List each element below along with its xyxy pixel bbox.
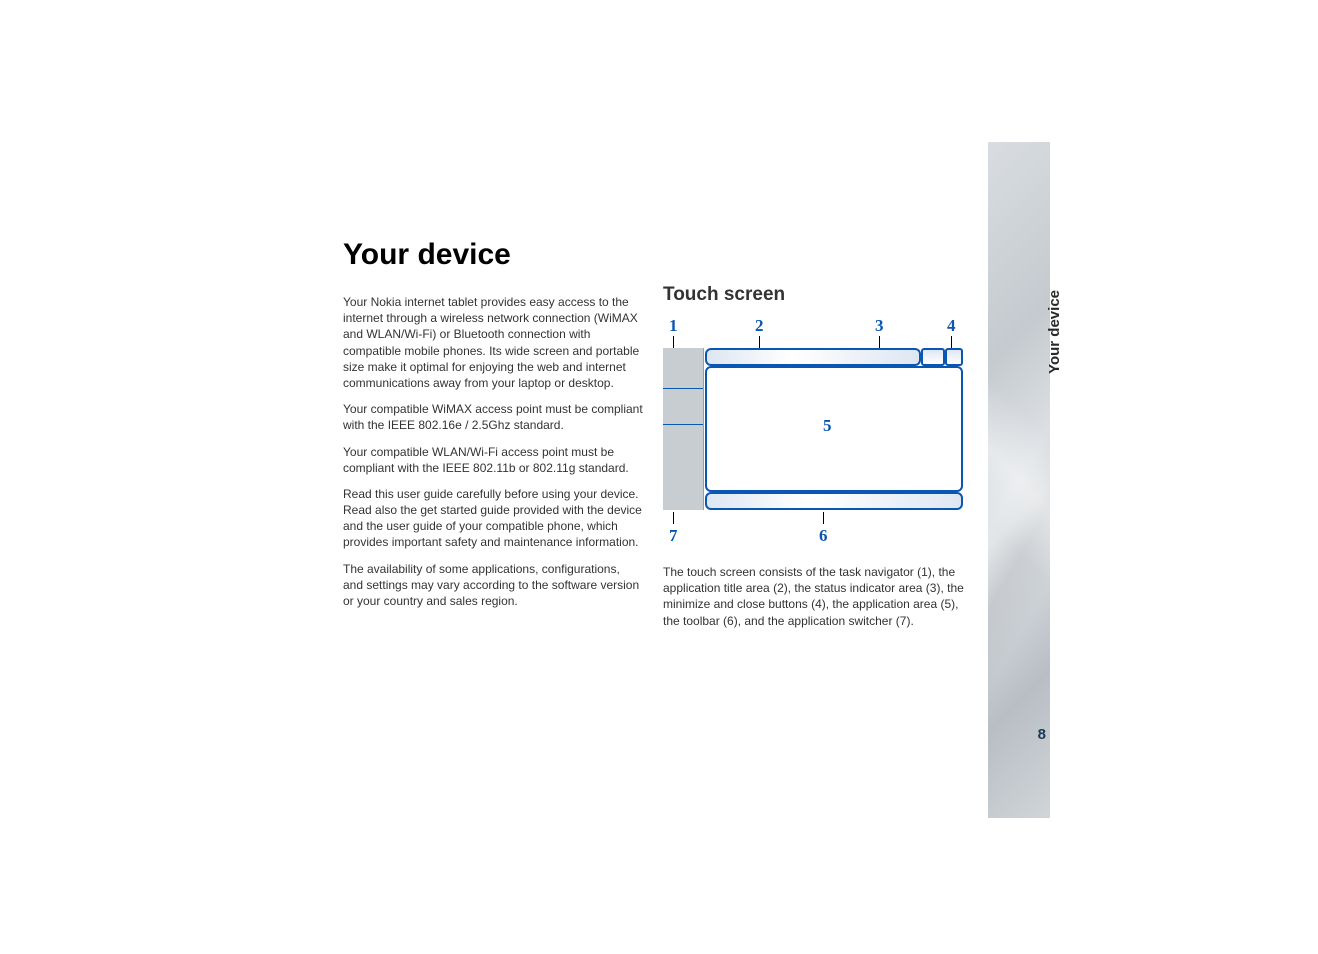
side-tab-decoration xyxy=(988,142,1050,818)
page-title: Your device xyxy=(343,238,643,272)
diagram-task-navigator xyxy=(663,348,704,510)
callout-number: 6 xyxy=(819,526,828,546)
body-paragraph: Your compatible WLAN/Wi-Fi access point … xyxy=(343,444,643,476)
callout-number: 5 xyxy=(823,416,832,436)
page-number: 8 xyxy=(1038,726,1046,743)
callout-tick xyxy=(823,512,824,524)
callout-number: 7 xyxy=(669,526,678,546)
section-heading: Touch screen xyxy=(663,284,973,306)
body-paragraph: Your compatible WiMAX access point must … xyxy=(343,401,643,433)
callout-tick xyxy=(951,336,952,348)
side-tab-label: Your device xyxy=(1046,290,1063,374)
callout-number: 2 xyxy=(755,316,764,336)
body-paragraph: Read this user guide carefully before us… xyxy=(343,486,643,551)
right-column: Touch screen 1 2 3 4 5 xyxy=(663,284,973,639)
callout-tick xyxy=(879,336,880,348)
diagram-divider xyxy=(663,424,703,425)
body-paragraph: The availability of some applications, c… xyxy=(343,561,643,610)
body-paragraph: Your Nokia internet tablet provides easy… xyxy=(343,294,643,391)
callout-number: 1 xyxy=(669,316,678,336)
left-column: Your device Your Nokia internet tablet p… xyxy=(343,238,643,619)
diagram-title-area xyxy=(705,348,921,366)
diagram-divider xyxy=(663,388,703,389)
callout-number: 4 xyxy=(947,316,956,336)
diagram-application-area xyxy=(705,366,963,492)
callout-tick xyxy=(673,512,674,524)
manual-page: Your device 8 Your device Your Nokia int… xyxy=(0,0,1318,954)
diagram-caption: The touch screen consists of the task na… xyxy=(663,564,973,629)
callout-number: 3 xyxy=(875,316,884,336)
callout-tick xyxy=(759,336,760,348)
diagram-window-buttons xyxy=(945,348,963,366)
callout-tick xyxy=(673,336,674,337)
touch-screen-diagram: 1 2 3 4 5 xyxy=(663,316,963,556)
diagram-toolbar xyxy=(705,492,963,510)
diagram-status-area xyxy=(921,348,945,366)
callout-tick xyxy=(673,336,674,348)
